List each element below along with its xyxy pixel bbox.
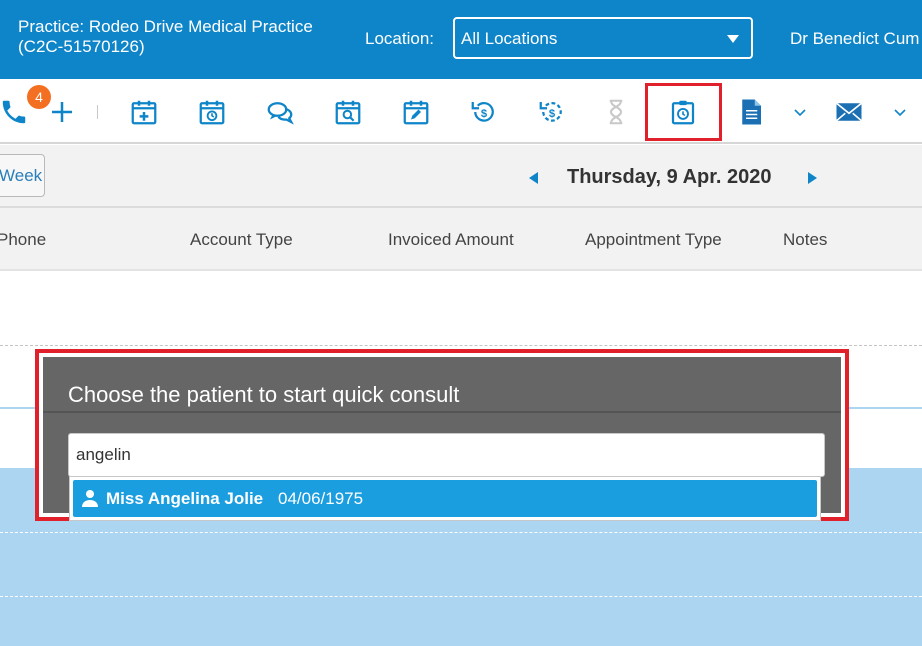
practice-info: Practice: Rodeo Drive Medical Practice (… [18,17,348,57]
week-view-label: Week [0,166,43,185]
payment-icon[interactable]: $ [536,96,568,128]
location-select[interactable]: All Locations [453,17,753,59]
current-date: Thursday, 9 Apr. 2020 [567,166,772,188]
chat-icon[interactable] [264,96,296,128]
chevron-down-icon[interactable] [793,106,807,120]
app-header: Practice: Rodeo Drive Medical Practice (… [0,0,922,79]
table-row-divider [0,345,922,346]
dialog-body: Choose the patient to start quick consul… [43,357,841,521]
dialog-separator [43,411,841,413]
document-icon[interactable] [735,96,767,128]
chevron-down-icon[interactable] [893,106,907,120]
doctor-name[interactable]: Dr Benedict Cum [790,29,919,49]
location-label: Location: [365,29,434,48]
column-header-account-type[interactable]: Account Type [190,230,293,250]
table-row-divider [0,532,922,533]
phone-icon[interactable] [0,96,30,128]
patient-dob: 04/06/1975 [278,489,364,508]
quick-consult-dialog: Choose the patient to start quick consul… [35,349,849,521]
week-view-button[interactable]: Week [0,154,45,197]
calendar-add-icon[interactable] [128,96,160,128]
location-value: All Locations [461,29,558,48]
hourglass-icon [600,96,632,128]
refund-icon[interactable]: $ [468,96,500,128]
previous-day-icon[interactable] [529,172,538,184]
calendar-search-icon[interactable] [332,96,364,128]
practice-id: (C2C-51570126) [18,37,145,56]
quick-consult-highlight [645,83,722,141]
column-header-appointment-type[interactable]: Appointment Type [585,230,722,250]
date-bar: Week Thursday, 9 Apr. 2020 [0,145,922,208]
envelope-icon[interactable] [833,96,865,128]
column-header-phone[interactable]: Phone [0,230,46,250]
patient-search-input[interactable] [68,433,825,477]
patient-name: Miss Angelina Jolie [106,489,264,508]
toolbar: 4 $ $ [0,79,922,144]
add-icon[interactable] [46,96,78,128]
next-day-icon[interactable] [808,172,817,184]
caret-down-icon [727,35,739,43]
table-header: Phone Account Type Invoiced Amount Appoi… [0,208,922,271]
toolbar-divider [97,105,98,119]
calendar-history-icon[interactable] [196,96,228,128]
table-row-divider [0,596,922,597]
column-header-notes[interactable]: Notes [783,230,827,250]
dialog-title: Choose the patient to start quick consul… [68,382,460,407]
patient-suggestion-item[interactable]: Miss Angelina Jolie 04/06/1975 [73,480,817,517]
person-icon [82,490,98,507]
svg-text:$: $ [481,108,488,120]
svg-text:$: $ [549,108,556,120]
practice-name: Practice: Rodeo Drive Medical Practice [18,17,313,36]
patient-suggestions: Miss Angelina Jolie 04/06/1975 [69,476,821,521]
calendar-edit-icon[interactable] [400,96,432,128]
column-header-invoiced-amount[interactable]: Invoiced Amount [388,230,514,250]
